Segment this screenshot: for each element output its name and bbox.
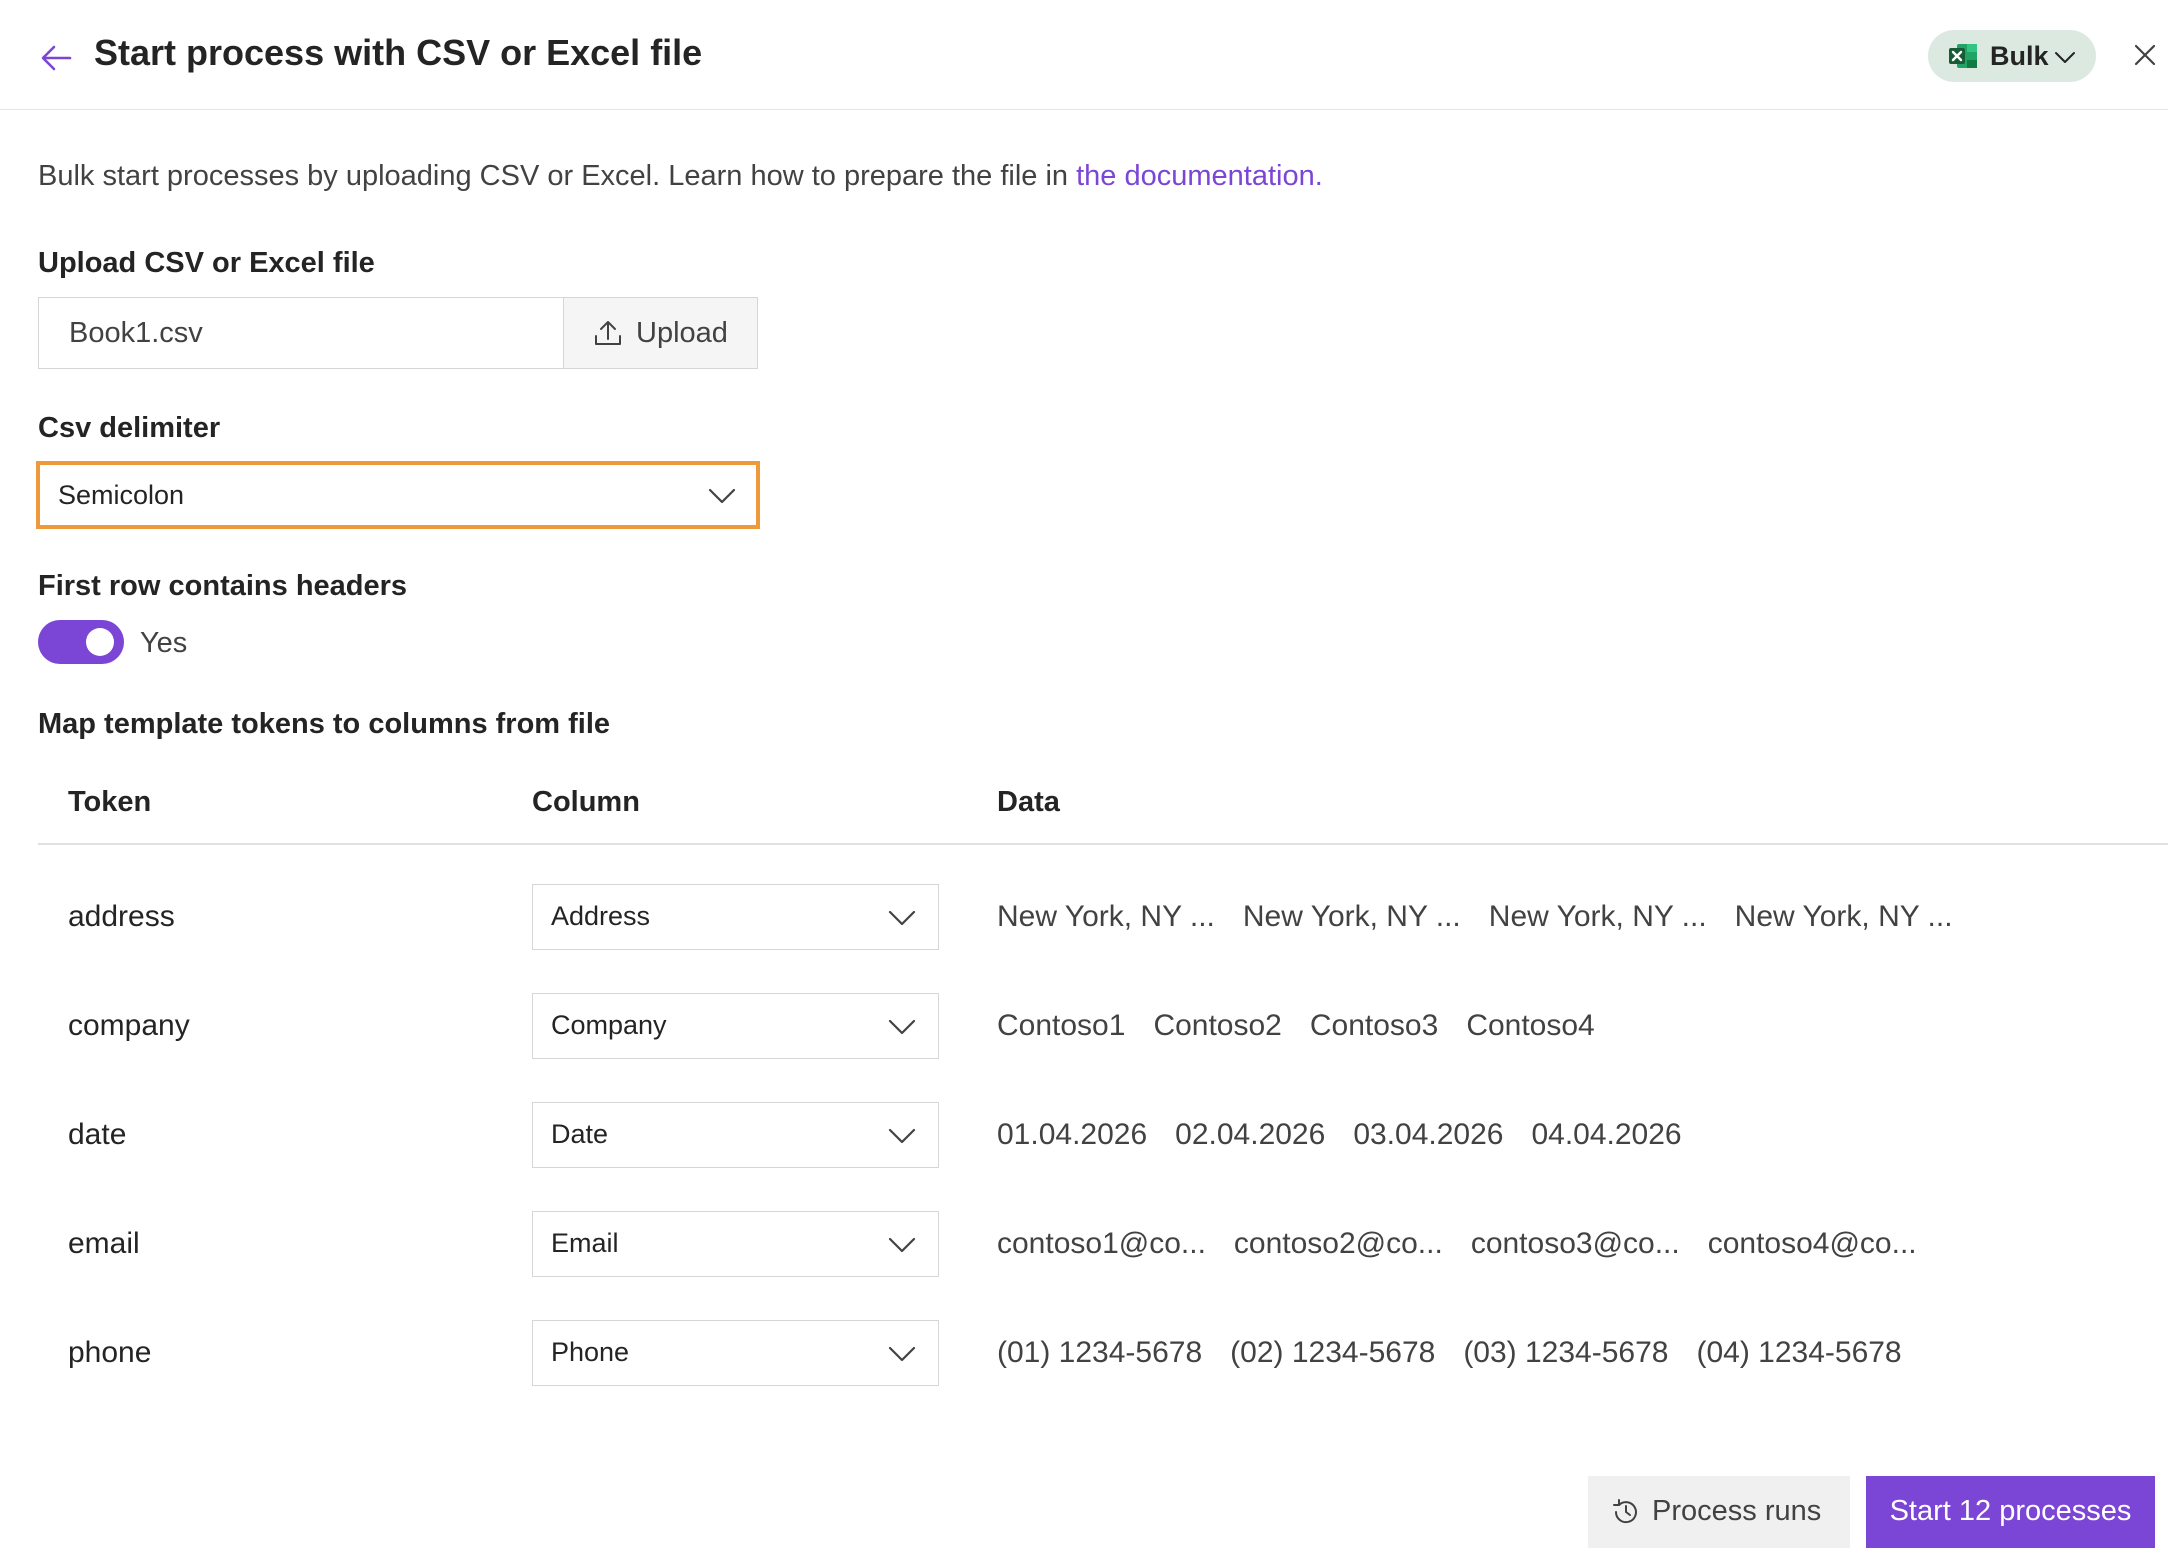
chevron-down-icon xyxy=(2055,52,2075,63)
headers-toggle[interactable] xyxy=(38,620,124,664)
column-dropdown-value: Phone xyxy=(551,1337,630,1367)
upload-button[interactable]: Upload xyxy=(563,297,758,369)
history-icon xyxy=(1613,1499,1637,1524)
intro-description: Bulk start processes by uploading CSV or… xyxy=(38,160,1077,192)
headers-toggle-state: Yes xyxy=(140,627,188,659)
upload-icon xyxy=(595,321,621,345)
headers-toggle-label: First row contains headers xyxy=(38,570,408,602)
data-preview-cell: New York, NY ... xyxy=(1734,900,1953,933)
table-row: email Email contoso1@co... contoso2@co... co… xyxy=(0,1211,2168,1320)
chevron-down-icon xyxy=(888,1128,916,1144)
table-header-divider xyxy=(38,843,2168,845)
chevron-down-icon xyxy=(888,1237,916,1253)
chevron-down-icon xyxy=(708,488,736,504)
upload-label: Upload CSV or Excel file xyxy=(38,247,375,279)
chevron-down-icon xyxy=(888,1019,916,1035)
data-preview-cell: (01) 1234-5678 xyxy=(997,1336,1203,1369)
start-processes-button[interactable]: Start 12 processes xyxy=(1866,1476,2155,1548)
data-preview-cell: 03.04.2026 xyxy=(1353,1118,1504,1151)
data-preview-cell: New York, NY ... xyxy=(997,900,1215,933)
table-row: address Address New York, NY ... New York, … xyxy=(0,884,2168,993)
arrow-left-icon[interactable] xyxy=(36,38,76,78)
data-preview-cell: contoso1@co... xyxy=(997,1227,1206,1260)
column-dropdown-value: Date xyxy=(551,1119,609,1149)
process-runs-label: Process runs xyxy=(1652,1495,1822,1527)
upload-button-label: Upload xyxy=(636,317,728,349)
delimiter-label: Csv delimiter xyxy=(38,412,221,444)
intro-text: Bulk start processes by uploading CSV or… xyxy=(38,160,1323,193)
column-header-column: Column xyxy=(532,786,640,818)
column-dropdown-value: Company xyxy=(551,1010,667,1040)
header-bar: Start process with CSV or Excel file Bul… xyxy=(0,0,2168,110)
column-dropdown[interactable]: Email xyxy=(532,1211,939,1277)
table-row: phone Phone (01) 1234-5678 (02) 1234-5678 (0… xyxy=(0,1320,2168,1429)
mode-label: Bulk xyxy=(1990,41,2049,71)
column-dropdown-value: Address xyxy=(551,901,651,931)
data-preview-cell: Contoso2 xyxy=(1153,1009,1282,1042)
data-preview-cell: New York, NY ... xyxy=(1488,900,1707,933)
data-preview-cell: Contoso1 xyxy=(997,1009,1126,1042)
table-row: company Company Contoso1 Contoso2 Contoso3 Co… xyxy=(0,993,2168,1102)
data-preview-cell: contoso3@co... xyxy=(1470,1227,1680,1260)
file-name-field[interactable]: Book1.csv xyxy=(38,297,564,369)
chevron-down-icon xyxy=(888,910,916,926)
data-preview-cell: New York, NY ... xyxy=(1242,900,1461,933)
documentation-link[interactable]: the documentation. xyxy=(1076,160,1323,192)
data-preview-cell: 04.04.2026 xyxy=(1531,1118,1682,1151)
toggle-knob xyxy=(86,628,114,656)
excel-icon xyxy=(1949,44,1977,68)
column-dropdown[interactable]: Date xyxy=(532,1102,939,1168)
data-preview-cell: (04) 1234-5678 xyxy=(1696,1336,1902,1369)
data-preview-cell: (02) 1234-5678 xyxy=(1230,1336,1436,1369)
column-dropdown[interactable]: Company xyxy=(532,993,939,1059)
data-preview-cell: 01.04.2026 xyxy=(997,1118,1148,1151)
delimiter-dropdown[interactable]: Semicolon xyxy=(36,461,760,529)
chevron-down-icon xyxy=(888,1346,916,1362)
data-preview-cell: (03) 1234-5678 xyxy=(1463,1336,1669,1369)
mode-dropdown[interactable]: Bulk xyxy=(1928,30,2096,82)
data-preview-cell: contoso4@co... xyxy=(1707,1227,1917,1260)
column-dropdown-value: Email xyxy=(551,1228,619,1258)
delimiter-value: Semicolon xyxy=(58,480,185,510)
page-title: Start process with CSV or Excel file xyxy=(94,32,703,73)
file-name-value: Book1.csv xyxy=(69,317,203,349)
data-preview-cell: contoso2@co... xyxy=(1233,1227,1443,1260)
column-header-token: Token xyxy=(68,786,152,818)
process-runs-button[interactable]: Process runs xyxy=(1588,1476,1850,1548)
close-icon[interactable] xyxy=(2130,40,2160,70)
data-preview-cell: Contoso3 xyxy=(1309,1009,1439,1042)
token-name: company xyxy=(68,1009,190,1042)
start-processes-label: Start 12 processes xyxy=(1889,1495,2132,1527)
token-name: email xyxy=(68,1227,140,1260)
token-name: phone xyxy=(68,1336,152,1369)
token-name: date xyxy=(68,1118,127,1151)
column-dropdown[interactable]: Phone xyxy=(532,1320,939,1386)
column-header-data: Data xyxy=(997,786,1060,818)
table-row: date Date 01.04.2026 02.04.2026 03.04.2026 04… xyxy=(0,1102,2168,1211)
column-dropdown[interactable]: Address xyxy=(532,884,939,950)
data-preview-cell: 02.04.2026 xyxy=(1175,1118,1326,1151)
mapping-label: Map template tokens to columns from file xyxy=(38,708,611,740)
data-preview-cell: Contoso4 xyxy=(1466,1009,1595,1042)
token-name: address xyxy=(68,900,175,933)
